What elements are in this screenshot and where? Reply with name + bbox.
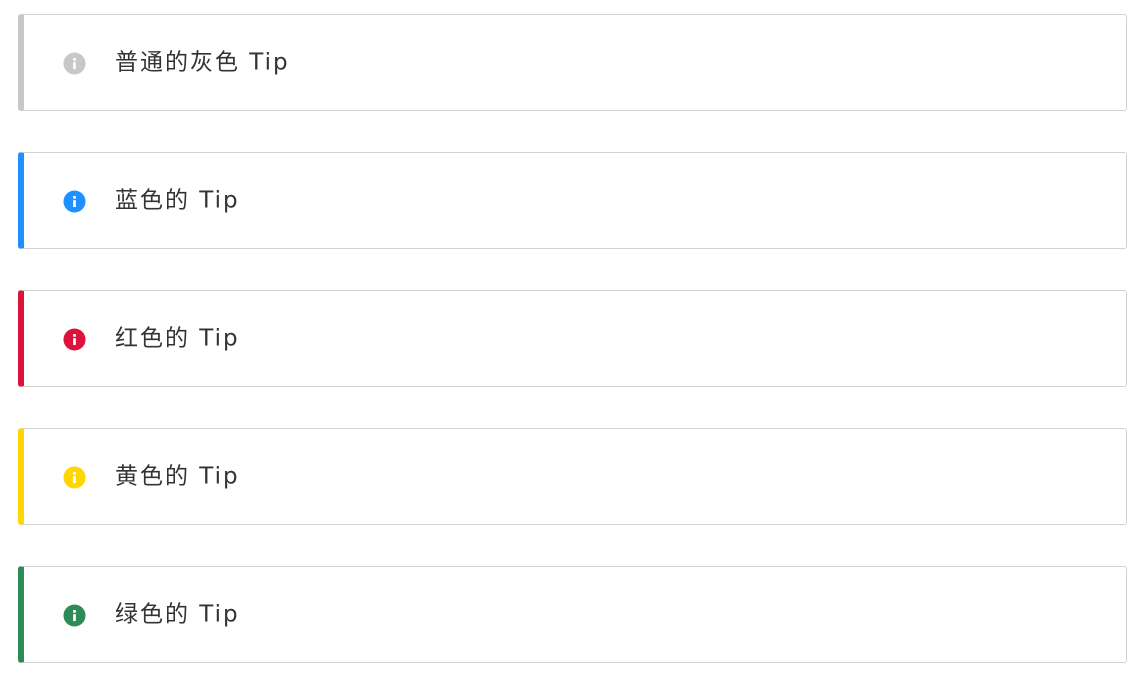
tip-list: 普通的灰色 Tip 蓝色的 Tip 红色的 Tip 黄色的 Tip 绿色的 Ti…: [18, 14, 1127, 663]
info-icon: [63, 51, 86, 75]
tip-yellow: 黄色的 Tip: [18, 428, 1127, 525]
tip-text: 蓝色的 Tip: [115, 187, 240, 213]
tip-blue: 蓝色的 Tip: [18, 152, 1127, 249]
info-icon: [63, 327, 86, 351]
tip-text: 红色的 Tip: [115, 325, 240, 351]
info-icon: [63, 603, 86, 627]
tip-text: 黄色的 Tip: [115, 463, 240, 489]
info-icon: [63, 189, 86, 213]
tip-gray: 普通的灰色 Tip: [18, 14, 1127, 111]
info-icon: [63, 465, 86, 489]
tip-text: 绿色的 Tip: [115, 601, 240, 627]
tip-text: 普通的灰色 Tip: [115, 49, 290, 75]
tip-green: 绿色的 Tip: [18, 566, 1127, 663]
tip-red: 红色的 Tip: [18, 290, 1127, 387]
